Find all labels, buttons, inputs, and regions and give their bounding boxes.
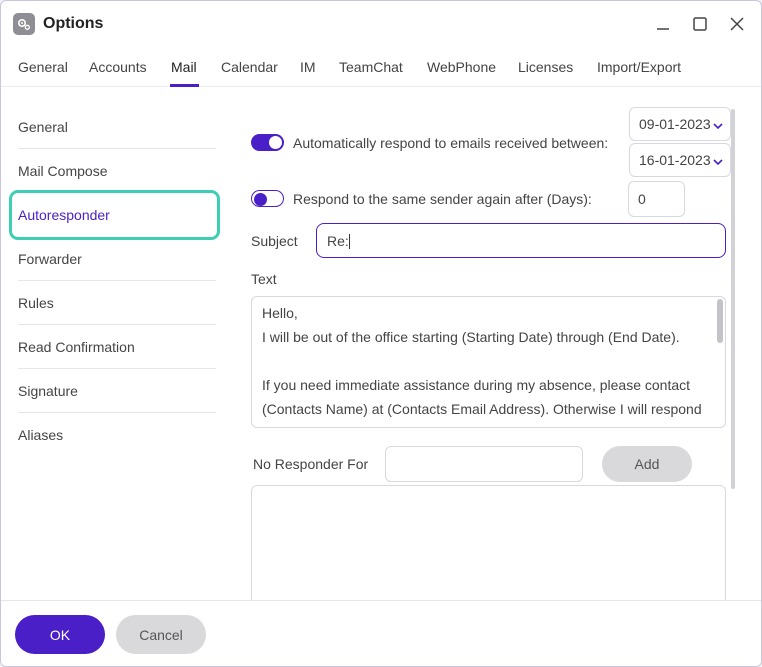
sidebar-item-aliases[interactable]: Aliases (18, 427, 63, 443)
subject-label: Subject (251, 233, 298, 249)
sidebar-item-mail-compose[interactable]: Mail Compose (18, 163, 107, 179)
date-to-value: 16-01-2023 (639, 152, 711, 168)
options-dialog: Options General Accounts Mail Calendar I… (0, 0, 762, 667)
tab-im[interactable]: IM (300, 59, 316, 75)
no-responder-label: No Responder For (253, 456, 369, 472)
title-bar: Options (1, 1, 761, 47)
subject-value: Re: (327, 233, 349, 249)
text-line: (Contacts Name) at (Contacts Email Addre… (262, 401, 702, 417)
sidebar-item-signature[interactable]: Signature (18, 383, 78, 399)
text-line: I will be out of the office starting (St… (262, 329, 680, 345)
message-textarea[interactable]: Hello, I will be out of the office start… (251, 296, 726, 428)
days-input[interactable]: 0 (628, 181, 685, 217)
respond-again-label: Respond to the same sender again after (… (293, 191, 592, 207)
tab-webphone[interactable]: WebPhone (427, 59, 496, 75)
text-line: Hello, (262, 305, 298, 321)
tab-accounts[interactable]: Accounts (89, 59, 147, 75)
days-value: 0 (638, 191, 646, 207)
panel-scrollbar[interactable] (731, 109, 735, 489)
window-title: Options (43, 15, 104, 32)
sidebar-divider (18, 368, 216, 369)
sidebar-divider (18, 148, 216, 149)
sidebar-item-general[interactable]: General (18, 119, 68, 135)
tab-calendar[interactable]: Calendar (221, 59, 278, 75)
no-responder-input[interactable] (385, 446, 583, 482)
auto-respond-label: Automatically respond to emails received… (293, 135, 609, 151)
gear-icon (13, 13, 35, 35)
toggle-knob (254, 192, 267, 206)
date-to-select[interactable]: 16-01-2023 (629, 143, 731, 177)
maximize-icon[interactable] (688, 13, 712, 35)
sidebar-item-rules[interactable]: Rules (18, 295, 54, 311)
text-cursor (348, 234, 350, 249)
sidebar-divider (18, 280, 216, 281)
respond-again-toggle[interactable] (251, 190, 284, 207)
sidebar-item-autoresponder[interactable]: Autoresponder (18, 207, 110, 223)
no-responder-list[interactable] (251, 485, 726, 605)
tab-import-export[interactable]: Import/Export (597, 59, 681, 75)
active-tab-indicator (170, 84, 199, 87)
close-icon[interactable] (725, 13, 749, 35)
text-line: If you need immediate assistance during … (262, 377, 691, 393)
tab-general[interactable]: General (18, 59, 68, 75)
minimize-icon[interactable] (651, 13, 675, 35)
subject-input[interactable]: Re: (316, 223, 726, 258)
tab-licenses[interactable]: Licenses (518, 59, 573, 75)
tab-teamchat[interactable]: TeamChat (339, 59, 403, 75)
cancel-button[interactable]: Cancel (116, 615, 206, 654)
dialog-footer: OK Cancel (1, 600, 761, 666)
tab-mail[interactable]: Mail (171, 59, 197, 75)
sidebar-divider (18, 412, 216, 413)
date-from-select[interactable]: 09-01-2023 (629, 107, 731, 141)
ok-button[interactable]: OK (15, 615, 105, 654)
toggle-knob (269, 136, 282, 149)
sidebar-item-forwarder[interactable]: Forwarder (18, 251, 82, 267)
sidebar-item-read-confirmation[interactable]: Read Confirmation (18, 339, 135, 355)
chevron-down-icon (713, 118, 723, 134)
auto-respond-toggle[interactable] (251, 134, 284, 151)
sidebar-divider (18, 324, 216, 325)
chevron-down-icon (713, 154, 723, 170)
text-label: Text (251, 271, 277, 287)
date-from-value: 09-01-2023 (639, 116, 711, 132)
tab-bar: General Accounts Mail Calendar IM TeamCh… (1, 47, 761, 87)
add-button[interactable]: Add (602, 446, 692, 482)
textarea-scrollbar[interactable] (717, 299, 723, 343)
